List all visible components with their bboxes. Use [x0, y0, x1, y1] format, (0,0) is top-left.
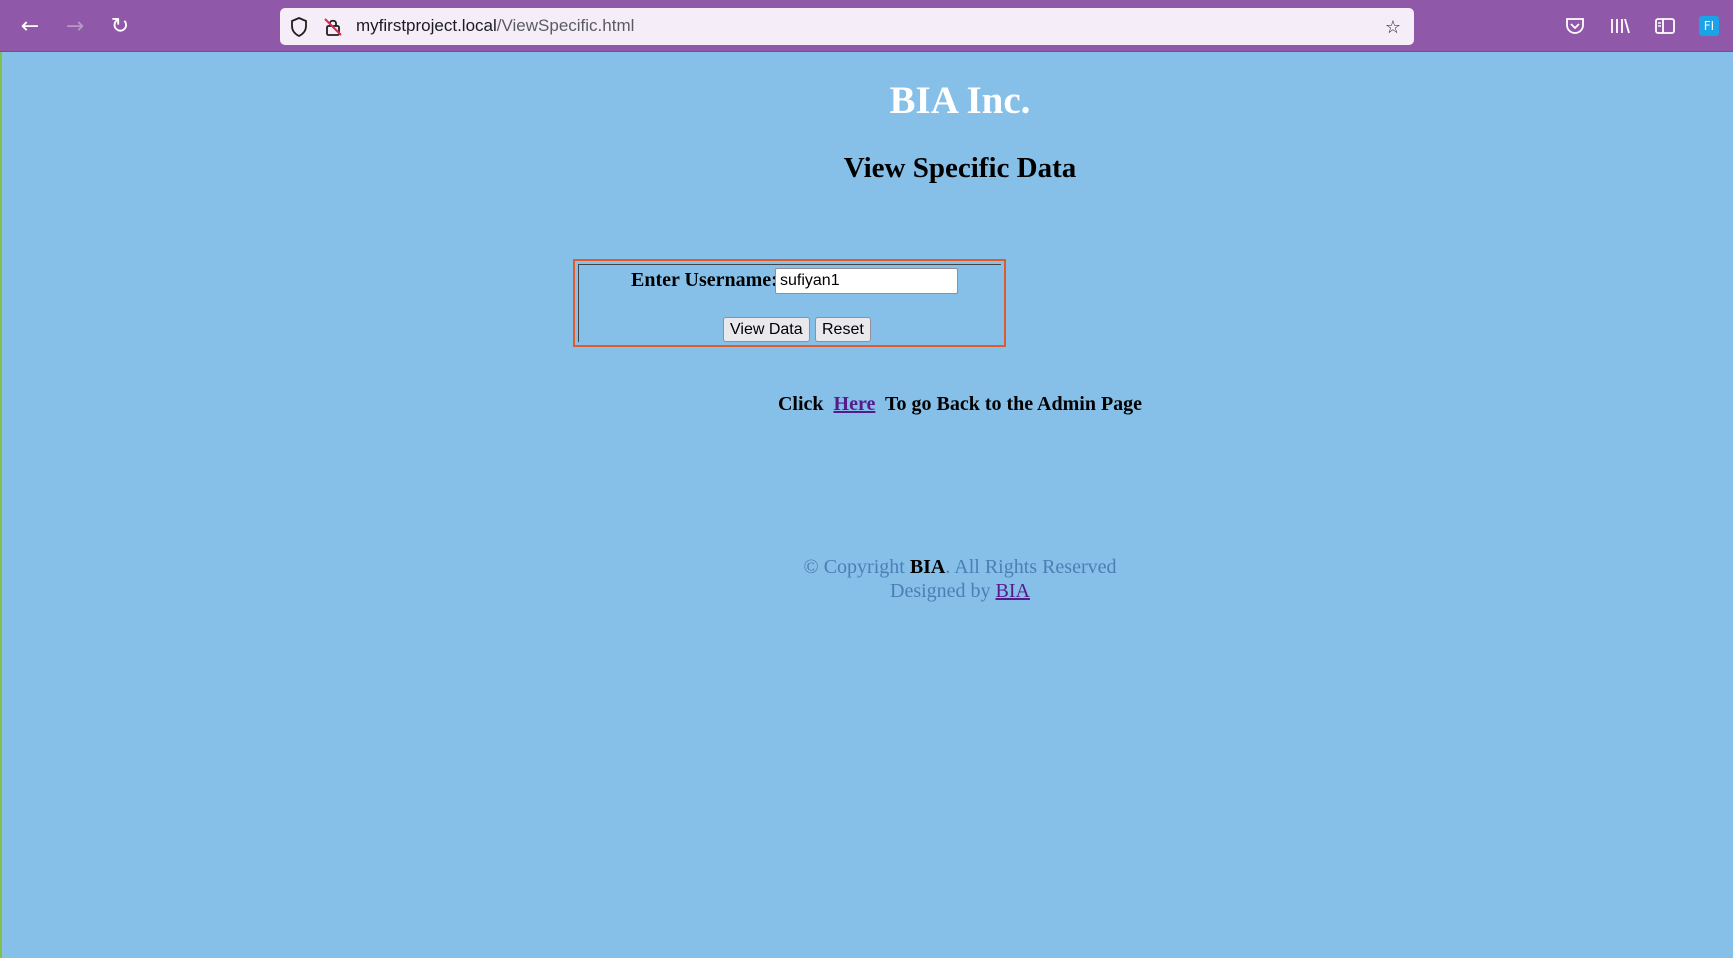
window-edge [0, 0, 2, 958]
account-initials: FI [1699, 16, 1719, 36]
url-text: myfirstproject.local/ViewSpecific.html [356, 16, 634, 36]
page-title: View Specific Data [843, 152, 1077, 184]
admin-page-link[interactable]: Here [834, 393, 876, 415]
back-suffix: To go Back to the Admin Page [875, 393, 1143, 415]
brand-title: BIA Inc. [889, 79, 1031, 122]
browser-toolbar: ← → ↻ myfirstproject.local/ViewSpecific.… [0, 0, 1733, 52]
username-label: Enter Username: [631, 269, 778, 291]
star-icon[interactable]: ☆ [1380, 14, 1406, 40]
insecure-lock-icon[interactable] [320, 14, 346, 40]
footer: © Copyright BIA. All Rights Reserved Des… [0, 555, 1733, 603]
shield-icon[interactable] [286, 14, 312, 40]
library-icon[interactable] [1603, 9, 1637, 43]
copyright-prefix: © Copyright [803, 556, 910, 578]
address-bar[interactable]: myfirstproject.local/ViewSpecific.html ☆ [280, 8, 1414, 45]
back-prefix: Click [777, 393, 834, 415]
url-host: myfirstproject.local [356, 16, 497, 35]
form-table: Enter Username: View Data Reset [578, 264, 1001, 342]
reload-icon[interactable]: ↻ [103, 9, 137, 43]
view-data-button[interactable]: View Data [723, 317, 810, 342]
designed-prefix: Designed by [890, 580, 996, 602]
copyright-suffix: . All Rights Reserved [945, 556, 1117, 578]
pocket-icon[interactable] [1558, 9, 1592, 43]
back-arrow-icon[interactable]: ← [13, 9, 47, 43]
url-path: /ViewSpecific.html [496, 16, 635, 35]
reset-button[interactable]: Reset [815, 317, 871, 342]
sidebar-icon[interactable] [1648, 9, 1682, 43]
account-icon[interactable]: FI [1692, 9, 1726, 43]
copyright-brand: BIA [909, 556, 946, 578]
view-specific-form: Enter Username: View Data Reset [573, 259, 1006, 347]
copyright-line: © Copyright BIA. All Rights Reserved [0, 555, 1733, 579]
designed-by-line: Designed by BIA [0, 579, 1733, 603]
username-input[interactable] [775, 268, 958, 294]
back-to-admin-text: Click Here To go Back to the Admin Page [0, 393, 1733, 416]
forward-arrow-icon[interactable]: → [58, 9, 92, 43]
designer-link[interactable]: BIA [996, 580, 1030, 602]
